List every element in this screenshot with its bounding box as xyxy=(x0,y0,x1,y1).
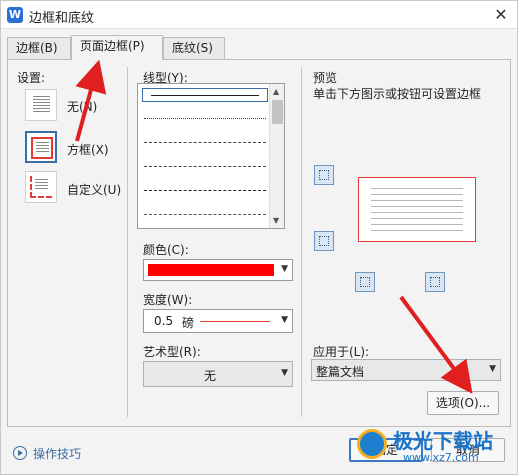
annotation-overlay xyxy=(75,59,473,394)
watermark-logo-icon xyxy=(357,429,387,459)
tab-page-border[interactable]: 页面边框(P) xyxy=(71,35,163,60)
watermark-url: www.xz7.com xyxy=(403,451,479,464)
watermark-title: 极光下载站 xyxy=(393,429,493,453)
dialog-window: W 边框和底纹 ✕ 边框(B) 页面边框(P) 底纹(S) 设置: 无(N) 方… xyxy=(0,0,518,475)
red-arrow-up xyxy=(75,59,107,142)
red-arrow-down xyxy=(399,295,473,394)
watermark: 极光下载站 www.xz7.com xyxy=(357,425,507,471)
